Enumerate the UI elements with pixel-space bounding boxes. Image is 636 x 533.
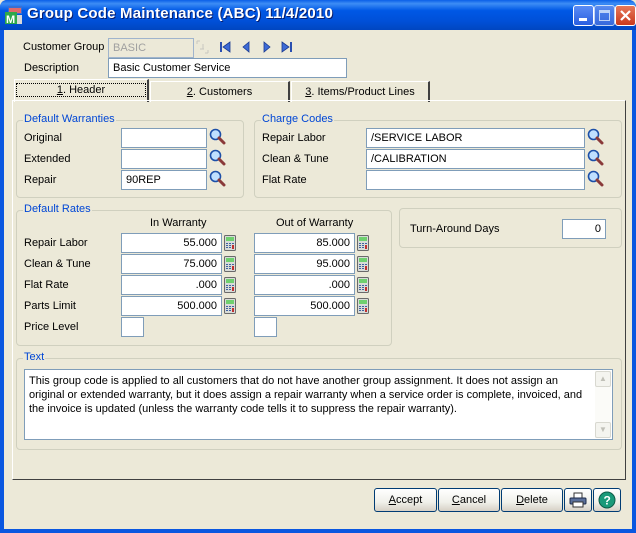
text-scrollbar[interactable]: ▲ ▼ [595,371,611,438]
turnaround-days-label: Turn-Around Days [410,223,500,235]
flat-rate-out-warranty-field[interactable]: .000 [254,275,355,295]
clean-tune-rate-label: Clean & Tune [24,258,91,270]
out-warranty-calculator-icon-1[interactable] [357,256,369,272]
help-icon: ? [598,491,616,509]
printer-icon [569,492,587,508]
customer-group-field[interactable]: BASIC [108,38,194,58]
customer-group-label: Customer Group [23,41,105,53]
flat-rate-code-field[interactable] [366,170,585,190]
previous-record-icon[interactable] [241,40,251,54]
flat-rate-in-warranty-field[interactable]: .000 [121,275,222,295]
scroll-up-icon[interactable]: ▲ [595,371,611,387]
clean-tune-code-lookup-icon[interactable] [587,149,604,166]
accept-button[interactable]: Accept [374,488,437,512]
maximize-icon [599,10,610,21]
window-frame: M Group Code Maintenance (ABC) 11/4/2010… [0,0,636,533]
maximize-button[interactable] [594,5,615,26]
out-warranty-calculator-icon-3[interactable] [357,298,369,314]
help-button[interactable]: ? [593,488,621,512]
scroll-down-icon[interactable]: ▼ [595,422,611,438]
charge-codes-title: Charge Codes [261,113,334,125]
flat-rate-code-lookup-icon[interactable] [587,170,604,187]
repair-labor-code-lookup-icon[interactable] [587,128,604,145]
extended-warranty-lookup-icon[interactable] [209,149,226,166]
repair-labor-in-warranty-field[interactable]: 55.000 [121,233,222,253]
repair-warranty-field[interactable]: 90REP [121,170,207,190]
tab-customers[interactable]: 2. Customers [150,81,290,102]
in-warranty-calculator-icon-1[interactable] [224,256,236,272]
original-warranty-field[interactable] [121,128,207,148]
window-title: Group Code Maintenance (ABC) 11/4/2010 [27,5,334,22]
close-icon [620,10,631,21]
app-icon: M [5,6,22,24]
minimize-button[interactable] [573,5,594,26]
in-warranty-calculator-icon-0[interactable] [224,235,236,251]
price-level-in-warranty-field[interactable] [121,317,144,337]
flat-rate-label: Flat Rate [24,279,69,291]
tab-items-product-lines[interactable]: 3. Items/Product Lines [291,81,430,102]
text-title: Text [23,351,46,363]
description-field[interactable]: Basic Customer Service [108,58,347,78]
clean-tune-code-field[interactable]: /CALIBRATION [366,149,585,169]
window-client: Customer Group BASIC Description Basic C… [4,30,632,529]
extended-warranty-field[interactable] [121,149,207,169]
price-level-out-warranty-field[interactable] [254,317,277,337]
clean-tune-out-warranty-field[interactable]: 95.000 [254,254,355,274]
cancel-button[interactable]: Cancel [438,488,500,512]
minimize-icon [579,18,587,21]
repair-labor-out-warranty-field[interactable]: 85.000 [254,233,355,253]
in-warranty-header: In Warranty [150,217,207,229]
print-button[interactable] [564,488,592,512]
parts-limit-out-warranty-field[interactable]: 500.000 [254,296,355,316]
first-record-icon[interactable] [219,40,231,54]
title-bar[interactable]: M Group Code Maintenance (ABC) 11/4/2010 [0,0,636,30]
svg-text:M: M [6,14,15,24]
price-level-label: Price Level [24,321,79,333]
tab-header[interactable]: 1. Header [14,79,149,102]
out-warranty-calculator-icon-2[interactable] [357,277,369,293]
last-record-icon[interactable] [281,40,293,54]
next-record-icon[interactable] [262,40,272,54]
parts-limit-label: Parts Limit [24,300,76,312]
repair-labor-code-label: Repair Labor [262,132,326,144]
default-rates-title: Default Rates [23,203,92,215]
default-warranties-title: Default Warranties [23,113,116,125]
repair-labor-rate-label: Repair Labor [24,237,88,249]
clean-tune-code-label: Clean & Tune [262,153,329,165]
delete-button[interactable]: Delete [501,488,563,512]
out-of-warranty-header: Out of Warranty [276,217,354,229]
original-warranty-label: Original [24,132,62,144]
repair-warranty-label: Repair [24,174,57,186]
svg-text:?: ? [604,494,611,508]
out-warranty-calculator-icon-0[interactable] [357,235,369,251]
in-warranty-calculator-icon-3[interactable] [224,298,236,314]
description-label: Description [24,62,80,74]
parts-limit-in-warranty-field[interactable]: 500.000 [121,296,222,316]
lookup-disabled-icon [196,40,209,54]
extended-warranty-label: Extended [24,153,71,165]
original-warranty-lookup-icon[interactable] [209,128,226,145]
close-button[interactable] [615,5,636,26]
repair-labor-code-field[interactable]: /SERVICE LABOR [366,128,585,148]
text-memo-field[interactable]: This group code is applied to all custom… [24,369,613,440]
turnaround-days-field[interactable]: 0 [562,219,606,239]
clean-tune-in-warranty-field[interactable]: 75.000 [121,254,222,274]
flat-rate-code-label: Flat Rate [262,174,307,186]
repair-warranty-lookup-icon[interactable] [209,170,226,187]
in-warranty-calculator-icon-2[interactable] [224,277,236,293]
